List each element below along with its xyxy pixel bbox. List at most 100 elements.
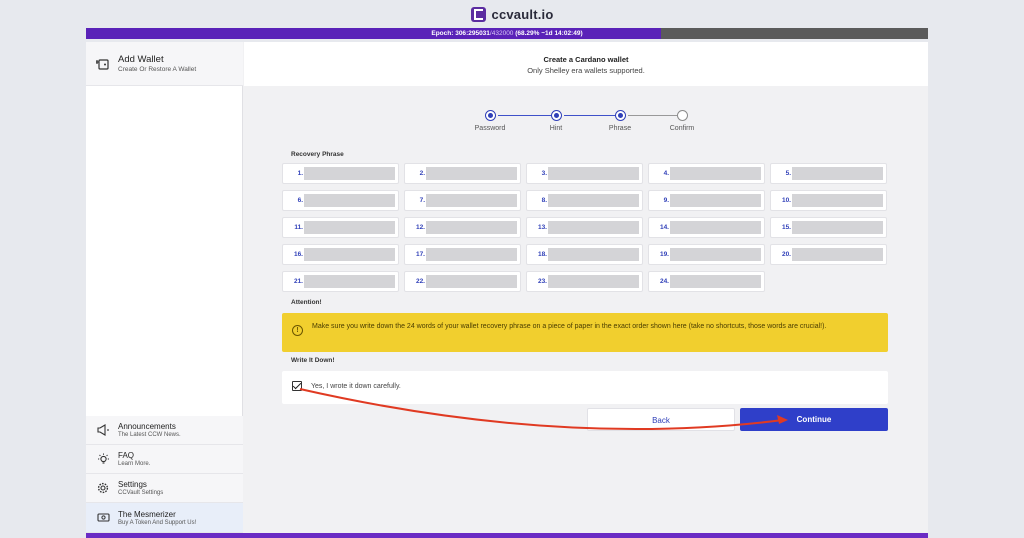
recovery-word-redacted bbox=[670, 275, 761, 288]
recovery-word-number: 11. bbox=[294, 224, 303, 231]
sidebar-item-faq[interactable]: FAQ Learn More. bbox=[86, 445, 243, 474]
recovery-word-cell: 10. bbox=[770, 190, 887, 211]
recovery-word-cell: 24. bbox=[648, 271, 765, 292]
recovery-word-number: 24. bbox=[659, 278, 669, 285]
recovery-word-number: 3. bbox=[541, 170, 547, 177]
sidebar: Add Wallet Create Or Restore A Wallet An… bbox=[86, 42, 243, 533]
app-frame: Add Wallet Create Or Restore A Wallet An… bbox=[86, 42, 928, 533]
recovery-word-number: 14. bbox=[659, 224, 669, 231]
recovery-word-redacted bbox=[670, 167, 761, 180]
confirm-written-row[interactable]: Yes, I wrote it down carefully. bbox=[282, 371, 888, 404]
recovery-word-cell: 23. bbox=[526, 271, 643, 292]
epoch-label: Epoch: 306 bbox=[431, 30, 467, 37]
recovery-word-redacted bbox=[670, 194, 761, 207]
recovery-word-number: 8. bbox=[541, 197, 547, 204]
recovery-word-number: 7. bbox=[419, 197, 425, 204]
step-phrase-dot bbox=[615, 110, 626, 121]
recovery-word-cell: 22. bbox=[404, 271, 521, 292]
recovery-word-number: 20. bbox=[781, 251, 791, 258]
epoch-progress-bar: Epoch: 306:295031/432000 (68.29% ~1d 14:… bbox=[86, 28, 928, 39]
recovery-word-redacted bbox=[304, 275, 395, 288]
recovery-word-number: 19. bbox=[659, 251, 669, 258]
megaphone-icon bbox=[96, 423, 110, 437]
recovery-word-number: 6. bbox=[297, 197, 303, 204]
recovery-word-redacted bbox=[426, 248, 517, 261]
page-header: Create a Cardano wallet Only Shelley era… bbox=[244, 42, 928, 86]
recovery-word-redacted bbox=[304, 194, 395, 207]
recovery-word-number: 12. bbox=[415, 224, 425, 231]
recovery-word-number: 13. bbox=[537, 224, 547, 231]
recovery-word-cell: 13. bbox=[526, 217, 643, 238]
recovery-word-cell: 8. bbox=[526, 190, 643, 211]
lightbulb-icon bbox=[96, 452, 110, 466]
main-panel: Create a Cardano wallet Only Shelley era… bbox=[244, 42, 928, 533]
recovery-word-redacted bbox=[792, 248, 883, 261]
recovery-word-number: 16. bbox=[293, 251, 303, 258]
recovery-word-number: 4. bbox=[663, 170, 669, 177]
recovery-word-cell: 9. bbox=[648, 190, 765, 211]
recovery-word-redacted bbox=[792, 221, 883, 234]
sidebar-item-add-wallet[interactable]: Add Wallet Create Or Restore A Wallet bbox=[86, 42, 243, 86]
confirm-written-label[interactable]: Yes, I wrote it down carefully. bbox=[311, 383, 401, 390]
brand-name: ccvault.io bbox=[491, 6, 554, 22]
recovery-word-redacted bbox=[792, 194, 883, 207]
recovery-word-number: 15. bbox=[781, 224, 791, 231]
write-it-down-label: Write It Down! bbox=[291, 357, 335, 364]
sidebar-item-announcements[interactable]: Announcements The Latest CCW News. bbox=[86, 416, 243, 445]
epoch-text: Epoch: 306:295031/432000 (68.29% ~1d 14:… bbox=[86, 28, 928, 39]
step-hint-dot bbox=[551, 110, 562, 121]
recovery-word-number: 5. bbox=[785, 170, 791, 177]
recovery-word-cell: 19. bbox=[648, 244, 765, 265]
sidebar-item-title: Add Wallet bbox=[118, 54, 164, 65]
recovery-word-redacted bbox=[304, 221, 395, 234]
wallet-add-icon bbox=[96, 57, 110, 71]
recovery-word-cell: 1. bbox=[282, 163, 399, 184]
sidebar-item-subtitle: CCVault Settings bbox=[118, 490, 164, 496]
epoch-total: /432000 bbox=[489, 30, 514, 37]
warning-icon: ! bbox=[292, 325, 303, 336]
page-title: Create a Cardano wallet bbox=[543, 55, 629, 64]
confirm-written-checkbox[interactable] bbox=[292, 381, 302, 391]
top-bar: ccvault.io bbox=[0, 0, 1024, 28]
recovery-word-redacted bbox=[304, 167, 395, 180]
recovery-word-redacted bbox=[548, 167, 639, 180]
recovery-word-number: 1. bbox=[297, 170, 303, 177]
sidebar-item-title: Settings bbox=[118, 480, 147, 489]
recovery-word-number: 9. bbox=[663, 197, 669, 204]
recovery-word-cell: 7. bbox=[404, 190, 521, 211]
sidebar-item-subtitle: Buy A Token And Support Us! bbox=[118, 519, 197, 526]
recovery-word-number: 2. bbox=[419, 170, 425, 177]
recovery-word-number: 18. bbox=[537, 251, 547, 258]
page-subtitle: Only Shelley era wallets supported. bbox=[527, 66, 645, 75]
recovery-word-cell: 20. bbox=[770, 244, 887, 265]
epoch-progress-text: (68.29% ~1d 14:02:49) bbox=[515, 30, 583, 37]
recovery-word-redacted bbox=[670, 248, 761, 261]
sidebar-item-settings[interactable]: Settings CCVault Settings bbox=[86, 474, 243, 503]
sidebar-item-subtitle: Learn More. bbox=[118, 461, 151, 467]
recovery-word-cell: 12. bbox=[404, 217, 521, 238]
attention-text: Make sure you write down the 24 words of… bbox=[312, 323, 827, 330]
logo[interactable]: ccvault.io bbox=[470, 6, 554, 22]
recovery-phrase-label: Recovery Phrase bbox=[291, 151, 344, 158]
sidebar-item-subtitle: The Latest CCW News. bbox=[118, 432, 181, 438]
gear-icon bbox=[96, 481, 110, 495]
ccvault-logo-icon bbox=[470, 6, 486, 22]
attention-alert: ! Make sure you write down the 24 words … bbox=[282, 313, 888, 352]
step-label-hint: Hint bbox=[549, 125, 563, 132]
step-connector bbox=[564, 115, 617, 116]
recovery-word-redacted bbox=[548, 194, 639, 207]
step-label-password: Password bbox=[474, 125, 506, 132]
recovery-word-cell: 3. bbox=[526, 163, 643, 184]
recovery-word-cell: 6. bbox=[282, 190, 399, 211]
recovery-word-cell: 14. bbox=[648, 217, 765, 238]
recovery-word-number: 21. bbox=[293, 278, 303, 285]
continue-button[interactable]: Continue bbox=[740, 408, 888, 431]
recovery-word-redacted bbox=[670, 221, 761, 234]
recovery-word-redacted bbox=[548, 275, 639, 288]
sidebar-item-mesmerizer[interactable]: The Mesmerizer Buy A Token And Support U… bbox=[86, 503, 243, 533]
recovery-word-number: 22. bbox=[415, 278, 425, 285]
step-label-phrase: Phrase bbox=[608, 125, 632, 132]
bottom-accent-strip bbox=[86, 533, 928, 538]
back-button[interactable]: Back bbox=[587, 408, 735, 431]
recovery-word-redacted bbox=[304, 248, 395, 261]
